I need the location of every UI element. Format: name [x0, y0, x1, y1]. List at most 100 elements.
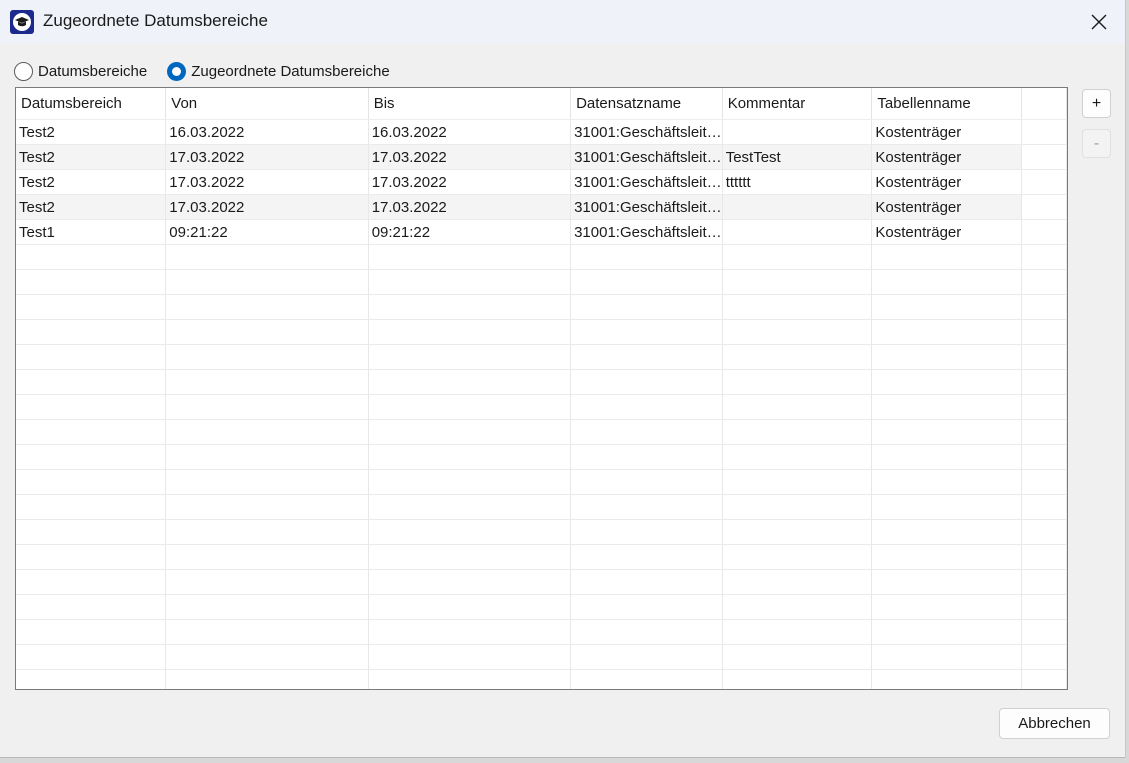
table-row[interactable]: Test2 17.03.2022 17.03.2022 31001:Geschä… [16, 194, 1067, 220]
cell-bis[interactable]: 17.03.2022 [368, 169, 572, 195]
cell-tabellenname[interactable]: Kostenträger [871, 194, 1023, 220]
empty-cell [165, 494, 369, 520]
empty-cell [16, 494, 167, 520]
cell-datensatzname[interactable]: 31001:Geschäftsleit… [570, 169, 723, 195]
empty-cell [871, 569, 1023, 595]
mode-radio-group: Datumsbereiche Zugeordnete Datumsbereich… [14, 62, 390, 81]
radio-unchecked-icon[interactable] [14, 62, 33, 81]
cell-bis[interactable]: 16.03.2022 [368, 119, 572, 145]
cell-kommentar[interactable]: TestTest [722, 144, 873, 170]
cell-von[interactable]: 17.03.2022 [165, 194, 369, 220]
empty-table-row [16, 519, 1067, 545]
radio-checked-icon[interactable] [167, 62, 187, 81]
empty-cell [165, 519, 369, 545]
table-row[interactable]: Test1 09:21:22 09:21:22 31001:Geschäftsl… [16, 219, 1067, 245]
column-header-bis[interactable]: Bis [368, 88, 572, 120]
table-row[interactable]: Test2 16.03.2022 16.03.2022 31001:Geschä… [16, 119, 1067, 145]
empty-cell [570, 319, 723, 345]
close-button[interactable] [1081, 4, 1117, 40]
empty-cell [165, 269, 369, 295]
column-header-tabellenname[interactable]: Tabellenname [871, 88, 1023, 120]
table-header-row: Datumsbereich Von Bis Datensatzname Komm… [16, 88, 1067, 120]
cell-datensatzname[interactable]: 31001:Geschäftsleit… [570, 194, 723, 220]
cell-tabellenname[interactable]: Kostenträger [871, 169, 1023, 195]
cell-datumsbereich[interactable]: Test2 [16, 169, 167, 195]
column-header-kommentar[interactable]: Kommentar [722, 88, 873, 120]
empty-cell [1021, 294, 1067, 320]
cell-datensatzname[interactable]: 31001:Geschäftsleit… [570, 144, 723, 170]
empty-cell [722, 244, 873, 270]
cell-bis[interactable]: 17.03.2022 [368, 144, 572, 170]
empty-cell [871, 319, 1023, 345]
empty-cell [871, 294, 1023, 320]
cell-kommentar[interactable] [722, 119, 873, 145]
empty-cell [1021, 369, 1067, 395]
cell-tabellenname[interactable]: Kostenträger [871, 119, 1023, 145]
remove-row-button[interactable]: - [1082, 129, 1111, 158]
cell-von[interactable]: 17.03.2022 [165, 169, 369, 195]
empty-cell [16, 344, 167, 370]
table-row[interactable]: Test2 17.03.2022 17.03.2022 31001:Geschä… [16, 144, 1067, 170]
empty-cell [16, 544, 167, 570]
empty-table-row [16, 269, 1067, 295]
add-row-button[interactable]: + [1082, 89, 1111, 118]
cell-datumsbereich[interactable]: Test1 [16, 219, 167, 245]
cell-datumsbereich[interactable]: Test2 [16, 194, 167, 220]
empty-cell [1021, 644, 1067, 670]
cell-tabellenname[interactable]: Kostenträger [871, 144, 1023, 170]
cell-bis[interactable]: 17.03.2022 [368, 194, 572, 220]
cell-datensatzname[interactable]: 31001:Geschäftsleit… [570, 219, 723, 245]
cell-kommentar[interactable] [722, 194, 873, 220]
empty-cell [368, 594, 572, 620]
empty-cell [1021, 619, 1067, 645]
empty-cell [570, 344, 723, 370]
cell-datumsbereich[interactable]: Test2 [16, 119, 167, 145]
cell-datensatzname[interactable]: 31001:Geschäftsleit… [570, 119, 723, 145]
radio-datumsbereiche[interactable]: Datumsbereiche [14, 62, 147, 81]
empty-cell [16, 594, 167, 620]
empty-cell [570, 569, 723, 595]
empty-cell [722, 619, 873, 645]
empty-table-row [16, 294, 1067, 320]
empty-cell [871, 619, 1023, 645]
empty-cell [368, 394, 572, 420]
column-header-von[interactable]: Von [165, 88, 369, 120]
empty-cell [570, 619, 723, 645]
cell-von[interactable]: 16.03.2022 [165, 119, 369, 145]
window-title: Zugeordnete Datumsbereiche [43, 11, 268, 30]
cell-tabellenname[interactable]: Kostenträger [871, 219, 1023, 245]
radio-zugeordnete-datumsbereiche[interactable]: Zugeordnete Datumsbereiche [167, 62, 390, 81]
cell-filler [1021, 219, 1067, 245]
empty-cell [368, 469, 572, 495]
empty-cell [722, 469, 873, 495]
empty-cell [16, 394, 167, 420]
empty-cell [722, 269, 873, 295]
empty-cell [570, 669, 723, 689]
cell-bis[interactable]: 09:21:22 [368, 219, 572, 245]
cell-datumsbereich[interactable]: Test2 [16, 144, 167, 170]
empty-cell [165, 644, 369, 670]
empty-table-row [16, 394, 1067, 420]
cell-kommentar[interactable] [722, 219, 873, 245]
empty-cell [165, 244, 369, 270]
cancel-button[interactable]: Abbrechen [999, 708, 1110, 739]
empty-cell [16, 569, 167, 595]
empty-cell [570, 369, 723, 395]
cell-von[interactable]: 09:21:22 [165, 219, 369, 245]
empty-cell [16, 244, 167, 270]
radio-label: Datumsbereiche [38, 63, 148, 80]
title-bar: Zugeordnete Datumsbereiche [0, 0, 1125, 44]
cell-von[interactable]: 17.03.2022 [165, 144, 369, 170]
column-header-datensatzname[interactable]: Datensatzname [570, 88, 723, 120]
empty-table-row [16, 544, 1067, 570]
cell-kommentar[interactable]: tttttt [722, 169, 873, 195]
cell-filler [1021, 169, 1067, 195]
column-header-datumsbereich[interactable]: Datumsbereich [16, 88, 167, 120]
empty-table-row [16, 419, 1067, 445]
empty-cell [16, 469, 167, 495]
empty-cell [570, 594, 723, 620]
empty-cell [722, 419, 873, 445]
empty-cell [1021, 319, 1067, 345]
empty-cell [368, 269, 572, 295]
table-row[interactable]: Test2 17.03.2022 17.03.2022 31001:Geschä… [16, 169, 1067, 195]
